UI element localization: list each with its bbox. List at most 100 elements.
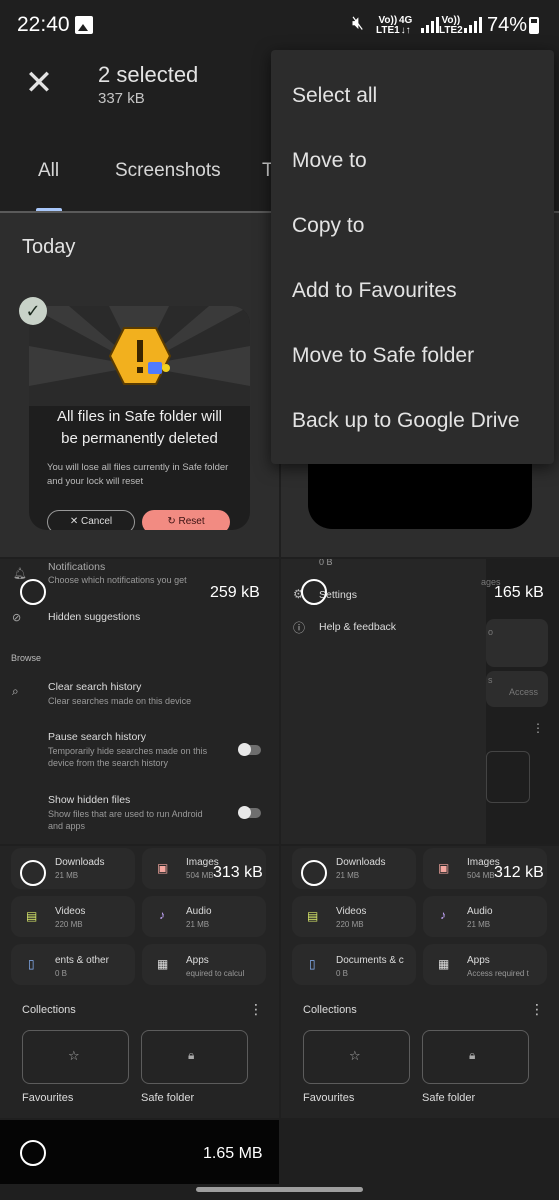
thumbnail-categories-left[interactable]: Downloads 21 MB ▣ Images 504 MB ▤ Videos…: [0, 846, 279, 1118]
thumbnail-settings-right[interactable]: 0 B ages o s Access ⋮ ⚙ Settings ⓘ Help …: [281, 559, 559, 844]
selected-check-icon[interactable]: ✓: [19, 297, 47, 325]
images-size: 504 MB: [467, 871, 495, 880]
browse-heading: Browse: [11, 653, 42, 663]
notifications-sub: Choose which notifications you get: [48, 575, 187, 585]
overflow-menu: Select all Move to Copy to Add to Favour…: [271, 50, 554, 464]
select-circle[interactable]: [301, 579, 327, 605]
thumbnail-bottom-left[interactable]: 1.65 MB: [0, 1120, 279, 1184]
size-label: 165 kB: [494, 584, 544, 601]
lock-icon: 🔒︎: [188, 1048, 195, 1062]
menu-item-move-safe-folder[interactable]: Move to Safe folder: [271, 323, 554, 388]
tab-screenshots[interactable]: Screenshots: [115, 160, 221, 182]
search-icon: ⌕: [12, 684, 19, 698]
tab-all[interactable]: All: [38, 160, 59, 182]
videos-label: Videos: [55, 906, 86, 917]
music-note-icon: ♪: [159, 908, 165, 922]
status-bar: 22:40 🔇︎ Vo)) LTE1 4G ↓↑ Vo)) LTE2 74%: [0, 0, 559, 52]
apps-label: Apps: [186, 955, 209, 966]
favourites-label: Favourites: [303, 1092, 355, 1104]
battery-icon: [529, 17, 539, 34]
audio-label: Audio: [467, 906, 493, 917]
apps-label: Apps: [467, 955, 490, 966]
clear-history-sub: Clear searches made on this device: [48, 696, 192, 706]
menu-item-copy-to[interactable]: Copy to: [271, 193, 554, 258]
videos-size: 220 MB: [55, 920, 83, 929]
safe-folder-box: [141, 1030, 248, 1084]
o-fragment: o: [488, 627, 494, 637]
card-fragment-3: [486, 751, 530, 803]
home-indicator[interactable]: [196, 1187, 363, 1192]
videos-size: 220 MB: [336, 920, 364, 929]
star-icon: ☆: [68, 1048, 80, 1063]
audio-size: 21 MB: [467, 920, 491, 929]
documents-label: Documents & c: [336, 955, 404, 966]
warning-lock-icon: [108, 327, 172, 385]
music-note-icon: ♪: [440, 908, 446, 922]
selection-title: 2 selected: [98, 62, 199, 87]
select-circle[interactable]: [20, 1140, 46, 1166]
thumbnail-settings-left[interactable]: 🔔︎ Notifications Choose which notificati…: [0, 559, 279, 844]
gallery-notification-icon: [75, 16, 93, 34]
menu-item-backup-drive[interactable]: Back up to Google Drive: [271, 388, 554, 453]
safe-folder-box: [422, 1030, 529, 1084]
show-hidden-label: Show hidden files: [48, 794, 131, 806]
safe-folder-label: Safe folder: [141, 1092, 195, 1104]
menu-item-move-to[interactable]: Move to: [271, 128, 554, 193]
dialog-preview: All files in Safe folder will be permane…: [29, 306, 250, 530]
access-fragment: Access: [509, 687, 539, 697]
thumbnail-dialog[interactable]: All files in Safe folder will be permane…: [0, 279, 279, 557]
show-hidden-sub2: and apps: [48, 821, 86, 831]
help-feedback-label: Help & feedback: [319, 621, 397, 633]
pause-history-sub2: device from the search history: [48, 758, 169, 768]
document-icon: ▯: [28, 957, 35, 971]
sim2-label: Vo)) LTE2: [439, 15, 463, 36]
collections-heading: Collections: [303, 1004, 357, 1016]
downloads-size: 21 MB: [336, 871, 360, 880]
status-time: 22:40: [17, 13, 70, 36]
collections-heading: Collections: [22, 1004, 76, 1016]
safe-folder-label: Safe folder: [422, 1092, 476, 1104]
hidden-suggestions-label: Hidden suggestions: [48, 611, 141, 623]
size-label: 1.65 MB: [203, 1145, 263, 1162]
section-title-today: Today: [22, 236, 76, 258]
card-fragment-1: [486, 619, 548, 667]
size-label: 312 kB: [494, 864, 544, 881]
size-label: 313 kB: [213, 864, 263, 881]
dialog-title: All files in Safe folder will be permane…: [56, 408, 223, 447]
size-label: 259 kB: [210, 584, 260, 601]
close-icon[interactable]: ✕: [22, 66, 56, 100]
pause-history-label: Pause search history: [48, 731, 147, 743]
menu-item-select-all[interactable]: Select all: [271, 63, 554, 128]
more-vert-icon: ⋮: [530, 1001, 544, 1017]
apps-icon: ▦: [157, 957, 169, 971]
menu-item-add-favourites[interactable]: Add to Favourites: [271, 258, 554, 323]
apps-sub: Access required t: [467, 969, 529, 978]
show-hidden-sub1: Show files that are used to run Android: [48, 809, 203, 819]
pause-history-sub1: Temporarily hide searches made on this: [48, 746, 208, 756]
apps-icon: ▦: [438, 957, 450, 971]
sim1-label: Vo)) LTE1: [376, 15, 400, 36]
dialog-reset-button: ↻ Reset: [142, 510, 230, 530]
image-icon: ▣: [438, 861, 450, 875]
net-type: 4G ↓↑: [399, 15, 413, 36]
more-vert-icon: ⋮: [249, 1001, 263, 1017]
documents-label: ents & other: [55, 955, 109, 966]
show-hidden-toggle: [238, 806, 261, 819]
lock-icon: 🔒︎: [469, 1048, 476, 1062]
apps-sub: equired to calcul: [186, 969, 245, 978]
battery-percent: 74%: [487, 14, 528, 36]
downloads-size: 21 MB: [55, 871, 79, 880]
bell-icon: 🔔︎: [13, 568, 27, 580]
help-icon: ⓘ: [293, 621, 306, 635]
select-circle[interactable]: [301, 860, 327, 886]
select-circle[interactable]: [20, 579, 46, 605]
notifications-label: Notifications: [48, 561, 106, 573]
star-icon: ☆: [349, 1048, 361, 1063]
dialog-body: You will lose all files currently in Saf…: [47, 462, 229, 487]
thumbnail-categories-right[interactable]: Downloads 21 MB ▣ Images 504 MB ▤ Videos…: [281, 846, 559, 1118]
downloads-label: Downloads: [55, 857, 105, 868]
select-circle[interactable]: [20, 860, 46, 886]
documents-size: 0 B: [55, 969, 68, 978]
pause-history-toggle: [238, 743, 261, 756]
audio-size: 21 MB: [186, 920, 210, 929]
